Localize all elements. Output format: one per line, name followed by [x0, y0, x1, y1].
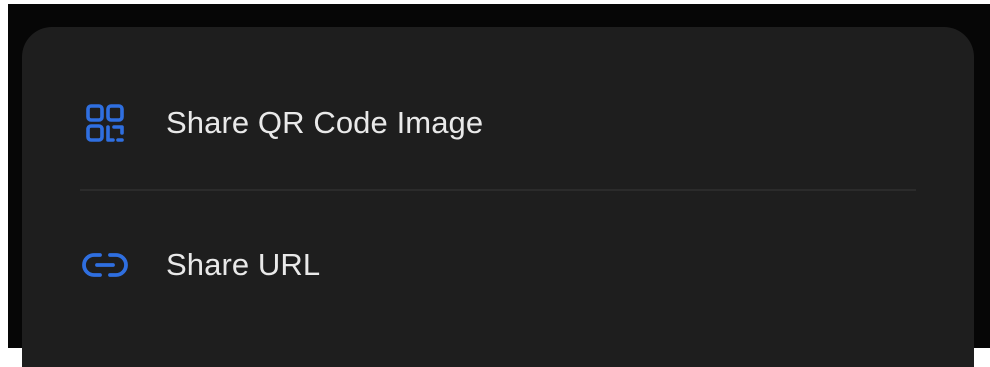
share-url-option[interactable]: Share URL	[22, 217, 974, 313]
share-qr-code-image-option[interactable]: Share QR Code Image	[22, 75, 974, 171]
link-icon	[79, 239, 131, 291]
qr-code-icon	[79, 97, 131, 149]
share-qr-code-image-label: Share QR Code Image	[166, 105, 484, 140]
menu-divider	[80, 189, 916, 191]
share-options-sheet: Share QR Code Image Share URL	[22, 27, 974, 367]
screen: Share QR Code Image Share URL	[0, 0, 990, 367]
share-url-label: Share URL	[166, 247, 321, 282]
